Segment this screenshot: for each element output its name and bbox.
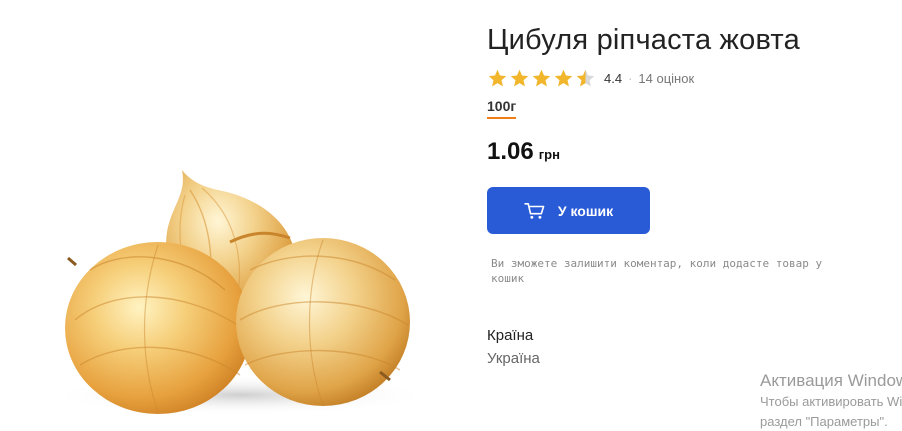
attribute-value: Україна [487, 350, 540, 367]
weight-option[interactable]: 100г [487, 98, 517, 119]
price: 1.06 грн [487, 138, 560, 166]
watermark-line-1: Чтобы активировать Windows, [760, 394, 902, 409]
add-to-cart-button[interactable]: У кошик [487, 187, 650, 234]
product-title: Цибуля ріпчаста жовта [487, 24, 800, 56]
reviews-count[interactable]: 14 оцінок [638, 71, 694, 86]
cart-icon [524, 202, 545, 219]
star-icon [532, 69, 551, 86]
watermark-title: Активация Windows [760, 371, 902, 390]
price-value: 1.06 [487, 138, 534, 165]
star-icon [510, 69, 529, 86]
comment-hint: Ви зможете залишити коментар, коли додас… [491, 257, 823, 285]
star-icon [554, 69, 573, 86]
rating-value: 4.4 [604, 70, 623, 86]
attribute-label: Країна [487, 327, 534, 344]
rating-stars [487, 68, 596, 89]
add-to-cart-label: У кошик [557, 202, 614, 219]
watermark-line-2: раздел "Параметры". [760, 414, 888, 429]
windows-activation-watermark: Активация Windows Чтобы активировать Win… [760, 370, 902, 431]
onion-image [50, 170, 430, 415]
separator-dot: · [628, 70, 633, 86]
rating-row[interactable]: 4.4 · 14 оцінок [487, 67, 694, 89]
star-icon [488, 69, 507, 86]
star-half-icon [576, 69, 595, 86]
product-image [40, 150, 440, 420]
price-currency: грн [538, 147, 560, 162]
